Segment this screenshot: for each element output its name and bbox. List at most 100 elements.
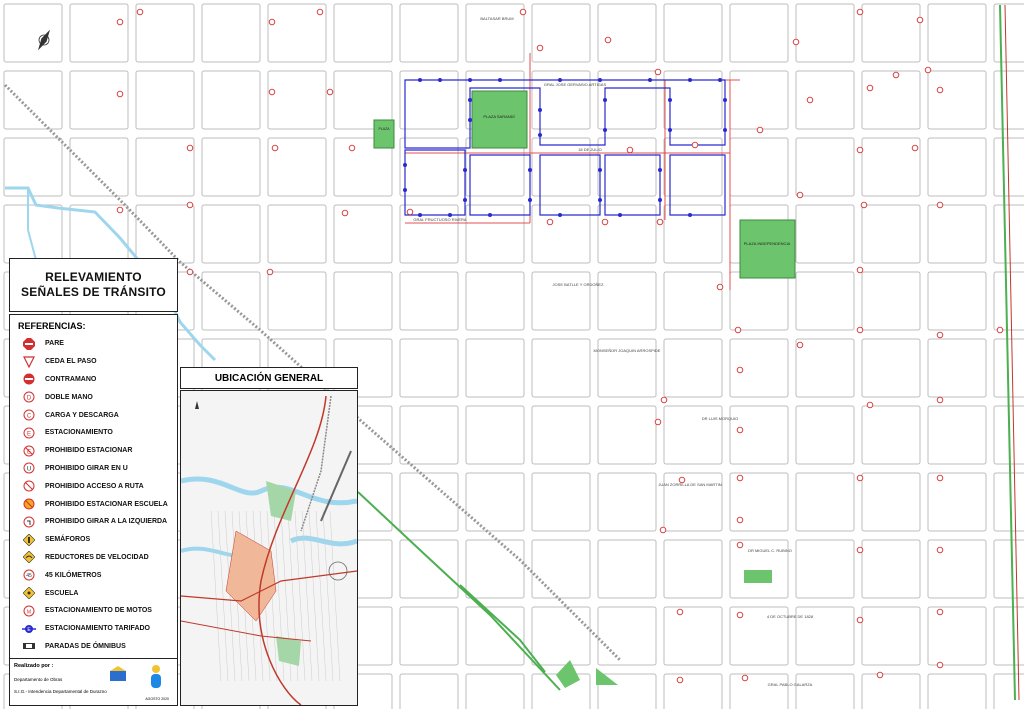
city-block	[795, 70, 855, 130]
legend-item-label: ESTACIONAMIENTO DE MOTOS	[45, 607, 152, 615]
city-block	[531, 271, 591, 331]
plaza-small-label: PLAZA	[378, 127, 390, 131]
street-label: GRAL JOSE GERVASIO ARTIGAS	[544, 82, 607, 87]
traffic-sign-marker	[604, 36, 612, 44]
city-block	[201, 3, 261, 63]
city-block	[135, 137, 195, 197]
legend-item: E PROHIBIDO ESTACIONAR	[22, 442, 177, 460]
city-block	[795, 338, 855, 398]
city-block	[531, 3, 591, 63]
city-block	[861, 539, 921, 599]
city-block	[663, 539, 723, 599]
paid-parking-marker	[688, 213, 692, 217]
traffic-sign-marker	[856, 326, 864, 334]
traffic-sign-marker	[268, 18, 276, 26]
svg-text:45: 45	[26, 573, 32, 579]
city-block	[663, 204, 723, 264]
city-block	[597, 271, 657, 331]
legend-item: C CARGA Y DESCARGA	[22, 406, 177, 424]
intendencia-logo-icon	[151, 665, 161, 688]
city-block	[993, 539, 1024, 599]
city-block	[531, 472, 591, 532]
svg-text:U: U	[27, 467, 31, 473]
traffic-sign-marker	[860, 201, 868, 209]
legend-item-label: PROHIBIDO GIRAR EN U	[45, 464, 128, 472]
paid-parking-marker	[648, 78, 652, 82]
city-block	[465, 539, 525, 599]
traffic-sign-marker	[856, 146, 864, 154]
paid-parking-marker	[723, 128, 727, 132]
city-block	[465, 3, 525, 63]
legend-item-label: PROHIBIDO ACCESO A RUTA	[45, 482, 144, 490]
legend-panel: REFERENCIAS: PARE CEDA EL PASO CONTRAMANO D…	[9, 314, 178, 670]
traffic-sign-marker	[892, 71, 900, 79]
title-line-2: SEÑALES DE TRÁNSITO	[21, 285, 166, 299]
city-block	[861, 271, 921, 331]
city-block	[927, 539, 987, 599]
traffic-sign-marker	[341, 209, 349, 217]
city-block	[927, 271, 987, 331]
credits-date: AGOSTO 2020	[145, 697, 169, 701]
street-label: JOSE BATLLE Y ORDOÑEZ	[553, 282, 604, 287]
city-block	[663, 3, 723, 63]
traffic-sign-marker	[326, 88, 334, 96]
traffic-sign-marker	[741, 674, 749, 682]
traffic-sign-marker	[916, 16, 924, 24]
paid-parking-marker	[538, 108, 542, 112]
traffic-sign-marker	[796, 191, 804, 199]
traffic-sign-marker	[856, 8, 864, 16]
no-parking-icon: E	[22, 445, 36, 457]
traffic-sign-marker	[736, 541, 744, 549]
stop-sign-icon	[22, 337, 36, 350]
traffic-sign-marker	[866, 401, 874, 409]
city-block	[465, 472, 525, 532]
city-block	[465, 405, 525, 465]
legend-item-label: ESTACIONAMIENTO TARIFADO	[45, 625, 150, 633]
legend-item-label: PROHIBIDO ESTACIONAR ESCUELA	[45, 500, 168, 508]
city-block	[927, 137, 987, 197]
street-label: BALTASAR BRUM	[480, 16, 513, 21]
city-block	[729, 673, 789, 709]
city-block	[267, 70, 327, 130]
city-block	[399, 539, 459, 599]
legend-item: E ESTACIONAMIENTO TARIFADO	[22, 620, 177, 638]
traffic-sign-marker	[806, 96, 814, 104]
city-block	[795, 137, 855, 197]
traffic-sign-marker	[186, 144, 194, 152]
bus-stop-icon	[22, 640, 36, 652]
traffic-sign-marker	[626, 146, 634, 154]
city-block	[663, 338, 723, 398]
city-block	[135, 70, 195, 130]
traffic-sign-marker	[924, 66, 932, 74]
legend-item: M ESTACIONAMIENTO DE MOTOS	[22, 602, 177, 620]
traffic-sign-marker	[936, 396, 944, 404]
traffic-sign-marker	[936, 546, 944, 554]
city-block	[795, 3, 855, 63]
traffic-sign-marker	[856, 266, 864, 274]
city-block	[399, 338, 459, 398]
city-block	[927, 204, 987, 264]
street-label: GRAL PABLO GALARZA	[768, 682, 813, 687]
no-left-turn-icon	[22, 516, 36, 528]
traffic-sign-marker	[736, 426, 744, 434]
credits-sig: S.I.G.- Intendencia Departamental de Dur…	[14, 689, 107, 694]
legend-item-label: DOBLE MANO	[45, 393, 93, 401]
traffic-sign-marker	[756, 126, 764, 134]
svg-text:M: M	[27, 609, 31, 615]
paid-parking-marker	[403, 163, 407, 167]
motorcycle-parking-icon: M	[22, 605, 36, 617]
paid-parking-marker	[718, 78, 722, 82]
street-label: 4 DE OCTUBRE DE 1828	[767, 614, 814, 619]
two-way-icon: D	[22, 391, 36, 403]
paid-parking-marker	[438, 78, 442, 82]
city-block	[861, 405, 921, 465]
city-block	[267, 204, 327, 264]
city-block	[927, 472, 987, 532]
street-label: JUAN ZORRILLA DE SAN MARTIN	[658, 482, 721, 487]
city-block	[267, 271, 327, 331]
obras-logo-icon	[110, 666, 126, 681]
city-block	[597, 137, 657, 197]
paid-parking-marker	[723, 98, 727, 102]
credits-made-by: Realizado por :	[14, 663, 54, 669]
traffic-sign-marker	[268, 88, 276, 96]
